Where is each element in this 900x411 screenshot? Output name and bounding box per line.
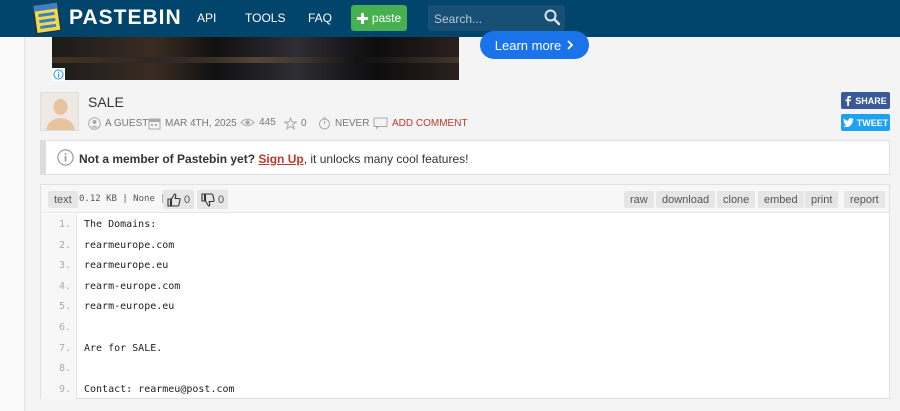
brand-name[interactable]: PASTEBIN [69,6,182,30]
expiry-label: NEVER [335,118,370,129]
pastebin-logo-icon[interactable] [32,1,63,35]
likes-count: 0 [184,193,191,206]
line-number: 7. [58,342,71,354]
twitter-tweet-button[interactable]: TWEET [841,114,890,131]
paste-views: 445 [240,117,276,128]
guest-avatar [40,92,79,131]
eye-icon [240,118,255,127]
thumbs-down-icon [201,192,215,207]
ad-info-icon[interactable] [52,68,65,81]
notice-lead: Not a member of Pastebin yet? [79,152,256,166]
paste-title: SALE [88,94,124,110]
syntax-button[interactable]: text [48,191,78,208]
code-line: rearm-europe.eu [84,301,175,313]
facebook-share-button[interactable]: SHARE [841,92,890,109]
like-button[interactable]: 0 [163,190,195,209]
nav-api[interactable]: API [197,11,216,25]
nav-tools[interactable]: TOOLS [245,11,285,25]
paste-author[interactable]: A GUEST [88,117,148,130]
paste-date: MAR 4TH, 2025 [148,117,237,130]
chevron-right-icon [567,40,574,50]
new-paste-button[interactable]: paste [351,5,407,31]
notice-text: Not a member of Pastebin yet? Sign Up, i… [79,152,468,166]
nav-faq[interactable]: FAQ [308,11,332,25]
paste-stars[interactable]: 0 [284,117,307,130]
search-icon[interactable] [543,8,561,31]
line-number: 8. [58,363,71,375]
code-line: rearmeurope.com [84,239,175,251]
comment-icon [373,117,388,130]
clone-button[interactable]: clone [717,191,756,208]
add-comment-link[interactable]: ADD COMMENT [373,117,468,130]
user-icon [88,117,101,130]
code-toolbar: text 0.12 KB | None | 0 0 raw download c… [41,185,889,213]
line-number: 9. [58,383,71,395]
code-line: The Domains: [84,219,157,230]
ad-learn-more-button[interactable]: Learn more [480,31,589,59]
code-line: rearmeurope.eu [84,260,169,272]
download-button[interactable]: download [656,191,716,208]
paste-expiry: NEVER [318,117,369,130]
line-number-gutter: 1. 2. 3. 4. 5. 6. 7. 8. 9. [41,214,77,399]
twitter-icon [842,118,854,127]
line-number: 1. [58,219,71,230]
info-icon [57,149,74,171]
notice-rest: , it unlocks many cool features! [303,152,469,166]
author-label: A GUEST [105,118,149,129]
thumbs-up-icon [167,192,181,207]
star-icon [284,117,297,130]
tweet-label: TWEET [856,117,889,128]
share-label: SHARE [855,95,887,106]
line-number: 4. [58,280,71,292]
code-line: rearm-europe.com [84,280,181,292]
learn-more-label: Learn more [494,37,562,53]
line-number: 6. [58,322,71,333]
code-line: Contact: rearmeu@post.com [84,383,235,395]
code-line: Are for SALE. [84,342,163,354]
calendar-icon [148,118,161,130]
facebook-icon [845,95,852,106]
search-placeholder: Search... [434,12,483,26]
line-number: 2. [58,239,71,251]
stars-label: 0 [301,118,307,129]
advertisement-image[interactable] [52,37,459,80]
left-rail [0,37,25,411]
signup-notice: Not a member of Pastebin yet? Sign Up, i… [40,140,890,175]
raw-button[interactable]: raw [624,191,654,208]
plus-icon [356,12,368,24]
search-input[interactable]: Search... [428,5,565,31]
report-button[interactable]: report [844,191,885,208]
paste-size: 0.12 KB | None | [79,194,166,204]
dislike-button[interactable]: 0 [197,190,229,209]
views-label: 445 [259,117,276,128]
line-number: 3. [58,260,71,272]
date-label: MAR 4TH, 2025 [165,118,237,129]
top-header: PASTEBIN API TOOLS FAQ paste Search... [0,0,900,37]
embed-button[interactable]: embed [758,191,804,208]
add-comment-label: ADD COMMENT [392,118,468,129]
line-number: 5. [58,301,71,313]
dislikes-count: 0 [218,193,225,206]
new-paste-label: paste [371,11,402,25]
sign-up-link[interactable]: Sign Up [258,152,303,166]
paste-code-box: text 0.12 KB | None | 0 0 raw download c… [40,184,890,399]
timer-icon [319,117,330,130]
print-button[interactable]: print [805,191,839,208]
